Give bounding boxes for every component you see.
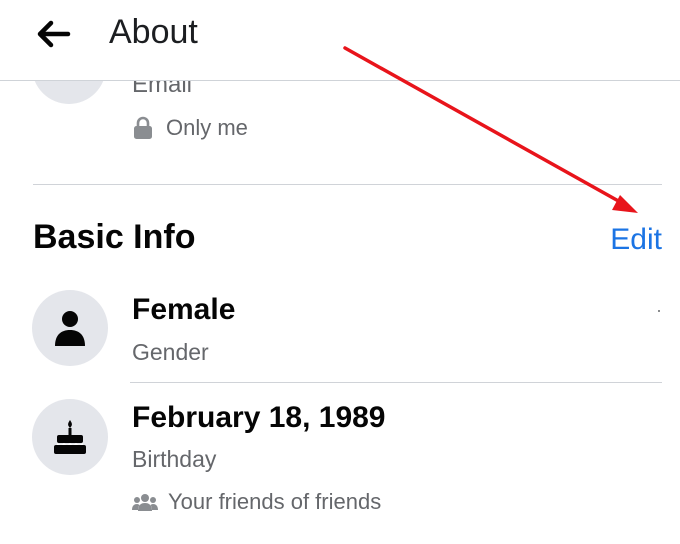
section-title-basic-info: Basic Info: [33, 218, 196, 256]
birthday-icon-circle: [32, 399, 108, 475]
birthday-cake-icon: [54, 420, 86, 454]
section-divider: [33, 184, 662, 185]
person-icon: [55, 311, 85, 346]
back-button[interactable]: [34, 14, 74, 54]
birthday-audience[interactable]: Your friends of friends: [132, 486, 381, 518]
edit-basic-info-button[interactable]: Edit: [610, 220, 662, 260]
top-app-bar: About: [0, 0, 680, 81]
page-title: About: [109, 13, 198, 51]
row-divider: [130, 382, 662, 383]
stray-dot: [658, 310, 660, 312]
privacy-label: Only me: [166, 115, 248, 140]
birthday-value: February 18, 1989: [132, 401, 386, 434]
gender-label: Gender: [132, 339, 209, 365]
lock-icon: [132, 115, 154, 141]
email-privacy[interactable]: Only me: [132, 112, 248, 144]
friends-icon: [132, 492, 158, 512]
about-page: About Email Only me Basic Info Edit Fema…: [0, 0, 680, 544]
arrow-left-icon: [37, 20, 71, 48]
gender-icon-circle: [32, 290, 108, 366]
birthday-label: Birthday: [132, 446, 217, 472]
audience-label: Your friends of friends: [168, 489, 382, 514]
gender-value: Female: [132, 293, 236, 326]
